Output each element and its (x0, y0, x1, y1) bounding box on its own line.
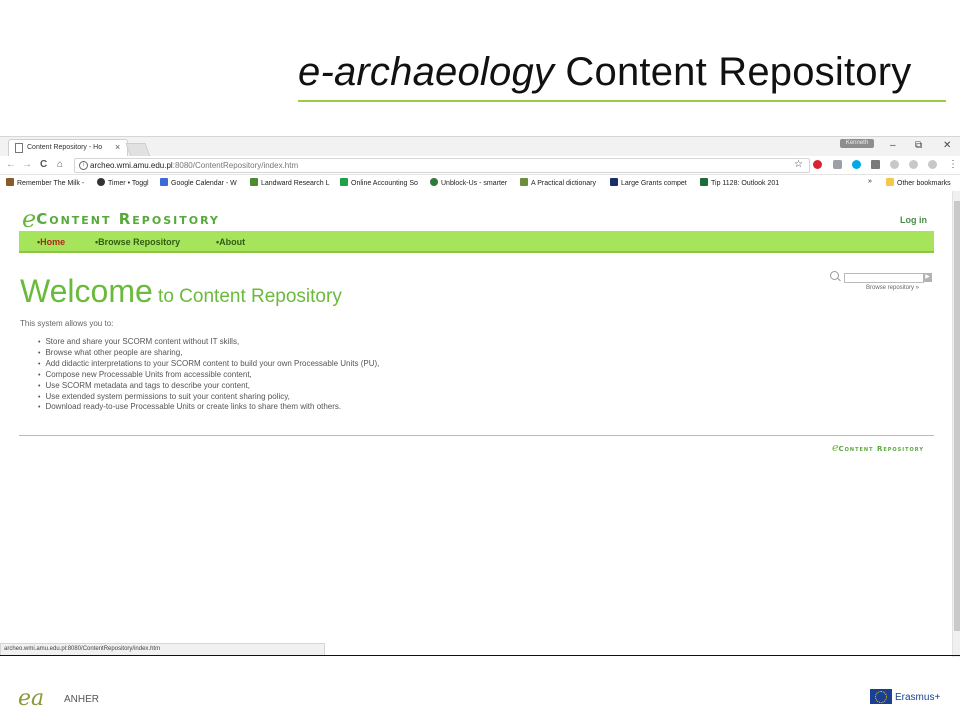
pinterest-extension-icon[interactable] (813, 160, 822, 169)
forward-icon[interactable]: → (22, 159, 32, 170)
list-item: Store and share your SCORM content witho… (38, 337, 379, 348)
feature-list: Store and share your SCORM content witho… (38, 337, 379, 413)
unblock-icon (430, 178, 438, 186)
bookmark-item[interactable]: Remember The Milk - (6, 178, 84, 187)
logo-text: Content Repository (36, 210, 220, 228)
browse-repository-link[interactable]: Browse repository » (866, 285, 919, 291)
other-bookmarks[interactable]: Other bookmarks (886, 178, 951, 187)
extension-settings-icon[interactable] (928, 160, 937, 169)
nav-home[interactable]: •Home (37, 237, 65, 247)
page-icon (15, 143, 23, 153)
intro-text: This system allows you to: (20, 319, 114, 328)
welcome-big: Welcome (20, 273, 153, 309)
login-link[interactable]: Log in (900, 215, 927, 225)
list-item: Use extended system permissions to suit … (38, 392, 379, 403)
back-icon[interactable]: ← (6, 159, 16, 170)
new-tab-button[interactable] (125, 143, 151, 157)
page-scrollbar[interactable] (952, 191, 960, 657)
bookmark-item[interactable]: Timer • Toggl (97, 178, 149, 187)
tab-strip: Content Repository - Ho × Kenneth – ⧉ ✕ (0, 137, 960, 157)
title-underline (298, 100, 946, 102)
home-icon[interactable]: ⌂ (57, 159, 63, 170)
landward-icon (250, 178, 258, 186)
eu-flag-icon (870, 689, 892, 704)
menu-icon[interactable]: ⋮ (948, 159, 958, 170)
tab-title: Content Repository - Ho (27, 144, 103, 151)
minimize-icon[interactable]: – (890, 140, 896, 151)
browser-toolbar: ← → C ⌂ i archeo.wmi.amu.edu.pl:8080/Con… (0, 156, 960, 175)
bookmark-item[interactable]: Online Accounting So (340, 178, 418, 187)
bookmark-star-icon[interactable]: ☆ (794, 159, 803, 170)
bookmark-item[interactable]: Large Grants compet (610, 178, 687, 187)
slide-title-italic: e-archaeology (298, 50, 555, 94)
site-logo[interactable]: eContent Repository (22, 205, 220, 233)
image-extension-icon[interactable] (871, 160, 880, 169)
extension-clock-icon[interactable] (909, 160, 918, 169)
list-item: Compose new Processable Units from acces… (38, 370, 379, 381)
list-item: Download ready-to-use Processable Units … (38, 402, 379, 413)
extension-k-icon[interactable] (833, 160, 842, 169)
search-go-button[interactable]: ▶ (923, 273, 932, 282)
toggl-icon (97, 178, 105, 186)
browser-window: Content Repository - Ho × Kenneth – ⧉ ✕ … (0, 136, 960, 657)
list-item: Use SCORM metadata and tags to describe … (38, 381, 379, 392)
bookmark-item[interactable]: Unblock-Us - smarter (430, 178, 507, 187)
page-viewport: eContent Repository Log in •Home •Browse… (0, 191, 952, 649)
dictionary-icon (520, 178, 528, 186)
outlook-icon (700, 178, 708, 186)
footer-logo: eContent Repository (832, 441, 924, 454)
bookmark-item[interactable]: Landward Research L (250, 178, 330, 187)
grants-icon (610, 178, 618, 186)
info-icon[interactable]: i (79, 161, 88, 170)
slide-title: e-archaeology Content Repository (298, 50, 911, 95)
tab-close-icon[interactable]: × (115, 142, 120, 152)
nav-browse-repository[interactable]: •Browse Repository (95, 237, 180, 247)
search-icon (830, 271, 839, 280)
page-footer-divider (19, 435, 934, 436)
erasmus-label: Erasmus+ (895, 692, 941, 703)
sage-icon (340, 178, 348, 186)
extension-grey-icon[interactable] (890, 160, 899, 169)
anher-label: ANHER (64, 694, 100, 705)
screenshot-bottom-border (0, 655, 960, 656)
bookmark-item[interactable]: A Practical dictionary (520, 178, 596, 187)
profile-button[interactable]: Kenneth (840, 139, 874, 148)
anher-logo-icon: ea (18, 686, 45, 711)
bookmark-item[interactable]: Tip 1128: Outlook 201 (700, 178, 779, 187)
welcome-small: to Content Repository (152, 286, 342, 307)
logo-swirl-icon: e (22, 205, 37, 233)
nav-about[interactable]: •About (216, 237, 245, 247)
slide-footer (0, 676, 960, 720)
slide-title-rest: Content Repository (554, 50, 912, 94)
close-window-icon[interactable]: ✕ (943, 140, 951, 151)
cow-icon (6, 178, 14, 186)
list-item: Add didactic interpretations to your SCO… (38, 359, 379, 370)
bookmarks-more-icon[interactable]: » (868, 178, 872, 185)
main-nav: •Home •Browse Repository •About (19, 231, 934, 253)
address-url: archeo.wmi.amu.edu.pl:8080/ContentReposi… (90, 161, 299, 170)
address-bar[interactable]: i archeo.wmi.amu.edu.pl:8080/ContentRepo… (74, 158, 810, 173)
bookmarks-bar: Remember The Milk - Timer • Toggl Google… (0, 175, 960, 192)
tab-content-repository[interactable]: Content Repository - Ho × (8, 139, 128, 157)
calendar-icon (160, 178, 168, 186)
scrollbar-thumb[interactable] (954, 201, 960, 631)
search-input[interactable] (844, 273, 924, 283)
bookmark-item[interactable]: Google Calendar - W (160, 178, 237, 187)
list-item: Browse what other people are sharing, (38, 348, 379, 359)
skype-extension-icon[interactable] (852, 160, 861, 169)
folder-icon (886, 178, 894, 186)
welcome-heading: Welcome to Content Repository (20, 273, 342, 310)
reload-icon[interactable]: C (40, 159, 47, 170)
restore-icon[interactable]: ⧉ (915, 140, 922, 151)
